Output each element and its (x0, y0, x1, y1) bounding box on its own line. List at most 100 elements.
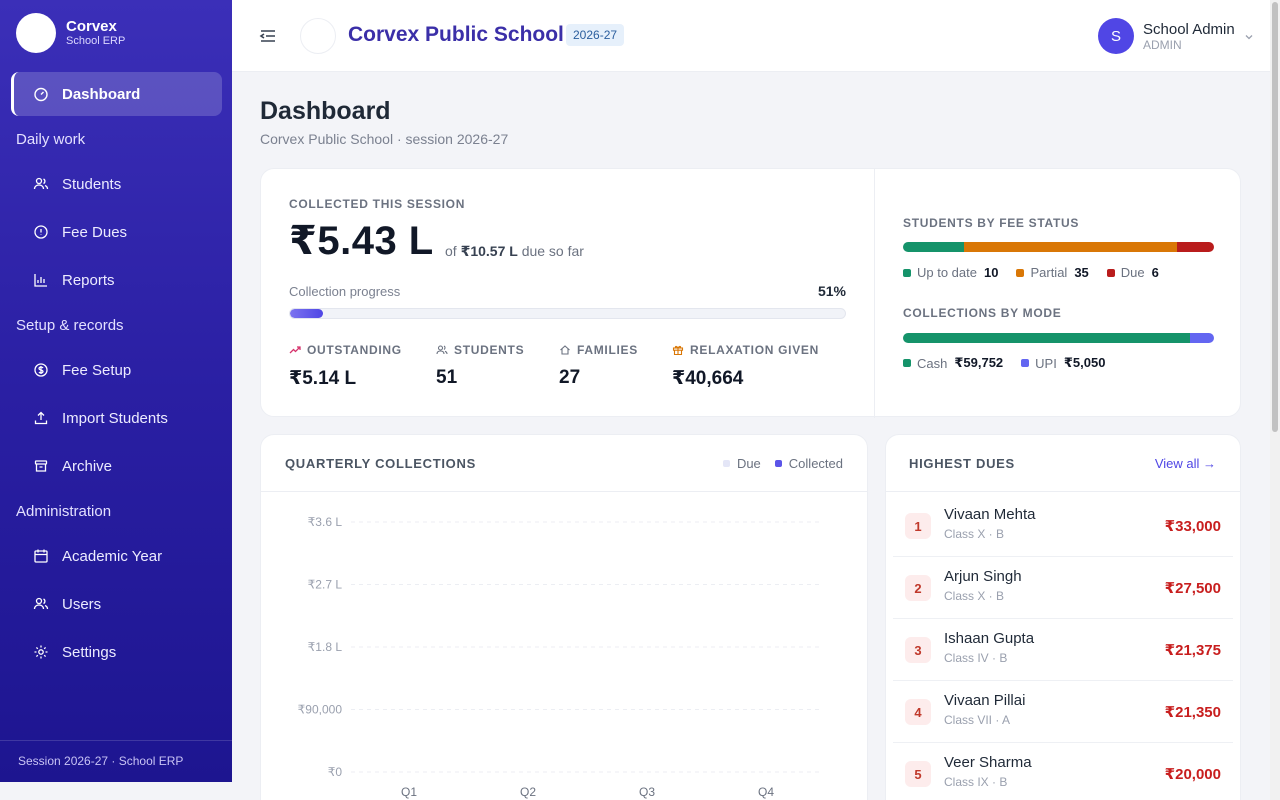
collection-progress-fill (290, 309, 324, 318)
sidebar-item-archive[interactable]: Archive (11, 444, 222, 488)
student-class: Class X · B (944, 527, 1005, 541)
x-tick-label: Q3 (639, 785, 655, 799)
user-text: School Admin ADMIN (1143, 21, 1235, 52)
segment-due (1177, 242, 1214, 252)
due-amount: ₹33,000 (1164, 518, 1221, 535)
legend-collected[interactable]: Collected (774, 456, 843, 471)
user-role: ADMIN (1143, 37, 1182, 52)
collected-amount: ₹5.43 L (289, 219, 434, 263)
view-all-link[interactable]: View all → (1155, 456, 1216, 471)
y-tick-label: ₹0 (328, 765, 343, 779)
summary-card: COLLECTED THIS SESSION ₹5.43 L of ₹10.57… (260, 168, 1241, 418)
segment-up-to-date (903, 242, 964, 252)
student-name: Vivaan Mehta (944, 506, 1036, 523)
student-name: Arjun Singh (944, 568, 1022, 585)
avatar: S (1098, 18, 1134, 54)
y-tick-label: ₹2.7 L (308, 578, 343, 592)
modes-label: COLLECTIONS BY MODE (903, 306, 1062, 320)
sidebar-item-academic-year[interactable]: Academic Year (11, 534, 222, 578)
segment-cash (903, 333, 1190, 343)
legend-dot (903, 268, 911, 277)
calendar-icon (33, 548, 49, 564)
legend-value: 10 (984, 265, 999, 280)
school-logo (300, 18, 336, 54)
x-tick-label: Q1 (401, 785, 417, 799)
fee-status-legend: Up to date 10 Partial 35 Due 6 (903, 265, 1177, 280)
student-class: Class IX · B (944, 775, 1008, 789)
legend-due: Due 6 (1106, 265, 1159, 280)
sidebar-item-label: Reports (62, 271, 115, 289)
gift-icon (672, 345, 684, 356)
school-name: Corvex Public School (348, 23, 564, 46)
users-icon (33, 176, 49, 192)
session-badge: 2026-27 (566, 24, 625, 46)
sidebar-item-label: Dashboard (62, 85, 141, 103)
legend-due[interactable]: Due (722, 456, 761, 471)
stat-value: ₹40,664 (672, 368, 744, 389)
collection-modes-stacked-bar (903, 333, 1214, 343)
rank-badge: 4 (905, 699, 931, 725)
sidebar-item-fee-setup[interactable]: Fee Setup (11, 348, 222, 392)
archive-box-icon (33, 458, 49, 474)
modes-legend: Cash ₹59,752 UPI ₹5,050 (903, 355, 1123, 371)
brand[interactable]: Corvex School ERP (16, 13, 125, 53)
rank-badge: 2 (905, 575, 931, 601)
dues-list-item[interactable]: 4 Vivaan Pillai Class VII · A ₹21,350 (893, 681, 1233, 743)
home-icon (560, 345, 570, 355)
sidebar-item-reports[interactable]: Reports (11, 258, 222, 302)
due-amount: ₹20,000 (1164, 766, 1221, 783)
legend-label: UPI (1035, 355, 1057, 371)
fee-status-label: STUDENTS BY FEE STATUS (903, 216, 1080, 230)
dues-list-item[interactable]: 3 Ishaan Gupta Class IV · B ₹21,375 (893, 619, 1233, 681)
topbar: Corvex Public School 2026-27 S School Ad… (232, 0, 1270, 72)
sidebar-item-dashboard[interactable]: Dashboard (11, 72, 222, 116)
legend-label: Partial (1030, 265, 1068, 280)
chart-title: QUARTERLY COLLECTIONS (285, 456, 476, 471)
stat-students: STUDENTS 51 (436, 343, 524, 389)
menu-toggle-icon[interactable] (258, 26, 278, 46)
stat-families: FAMILIES 27 (559, 343, 638, 389)
due-amount: ₹21,375 (1164, 642, 1221, 659)
legend-cash: Cash ₹59,752 (903, 355, 1003, 371)
legend-label: Up to date (917, 265, 977, 280)
alert-circle-icon (33, 224, 49, 240)
trend-up-icon (289, 346, 301, 354)
dues-divider (886, 491, 1240, 492)
rank-badge: 5 (905, 761, 931, 787)
student-class: Class X · B (944, 589, 1005, 603)
stat-outstanding: OUTSTANDING ₹5.14 L (289, 343, 402, 390)
sidebar-item-label: Users (62, 595, 102, 613)
sidebar-item-fee-dues[interactable]: Fee Dues (11, 210, 222, 254)
page-title: Dashboard (260, 97, 391, 125)
collection-summary: COLLECTED THIS SESSION ₹5.43 L of ₹10.57… (261, 169, 875, 418)
brand-logo (16, 13, 56, 53)
legend-dot (1106, 268, 1115, 277)
quarterly-collections-card: QUARTERLY COLLECTIONS Due Collected ₹0 ₹9… (260, 434, 868, 800)
rank-badge: 3 (905, 637, 931, 663)
student-class: Class IV · B (944, 651, 1008, 665)
quarterly-collections-chart: ₹0 ₹90,000 ₹1.8 L ₹2.7 L ₹3.6 L Q1 Q2 Q3 Q4 (298, 515, 821, 799)
x-tick-label: Q2 (520, 785, 536, 799)
dues-list-item[interactable]: 5 Veer Sharma Class IX · B ₹20,000 (893, 743, 1233, 800)
legend-dot (1016, 268, 1025, 277)
page-scrollbar[interactable] (1270, 0, 1280, 800)
sidebar-item-students[interactable]: Students (11, 162, 222, 206)
y-tick-label: ₹3.6 L (308, 515, 343, 529)
stat-label: FAMILIES (577, 343, 638, 357)
legend-value: ₹5,050 (1063, 355, 1106, 370)
legend-label: Due (1120, 265, 1145, 280)
scrollbar-thumb[interactable] (1272, 2, 1278, 432)
user-menu[interactable]: S School Admin ADMIN (1098, 18, 1255, 54)
brand-text: Corvex School ERP (66, 18, 125, 48)
sidebar-item-settings[interactable]: Settings (11, 630, 222, 674)
sidebar-footer: Session 2026-27 · School ERP (0, 740, 232, 782)
sidebar-item-users[interactable]: Users (11, 582, 222, 626)
sidebar-item-import-students[interactable]: Import Students (11, 396, 222, 440)
legend-up-to-date: Up to date 10 (903, 265, 998, 280)
gear-icon (33, 644, 49, 660)
student-name: Veer Sharma (944, 754, 1032, 771)
x-tick-label: Q4 (758, 785, 774, 799)
due-amount: ₹27,500 (1164, 580, 1221, 597)
dues-list-item[interactable]: 1 Vivaan Mehta Class X · B ₹33,000 (893, 495, 1233, 557)
dues-list-item[interactable]: 2 Arjun Singh Class X · B ₹27,500 (893, 557, 1233, 619)
